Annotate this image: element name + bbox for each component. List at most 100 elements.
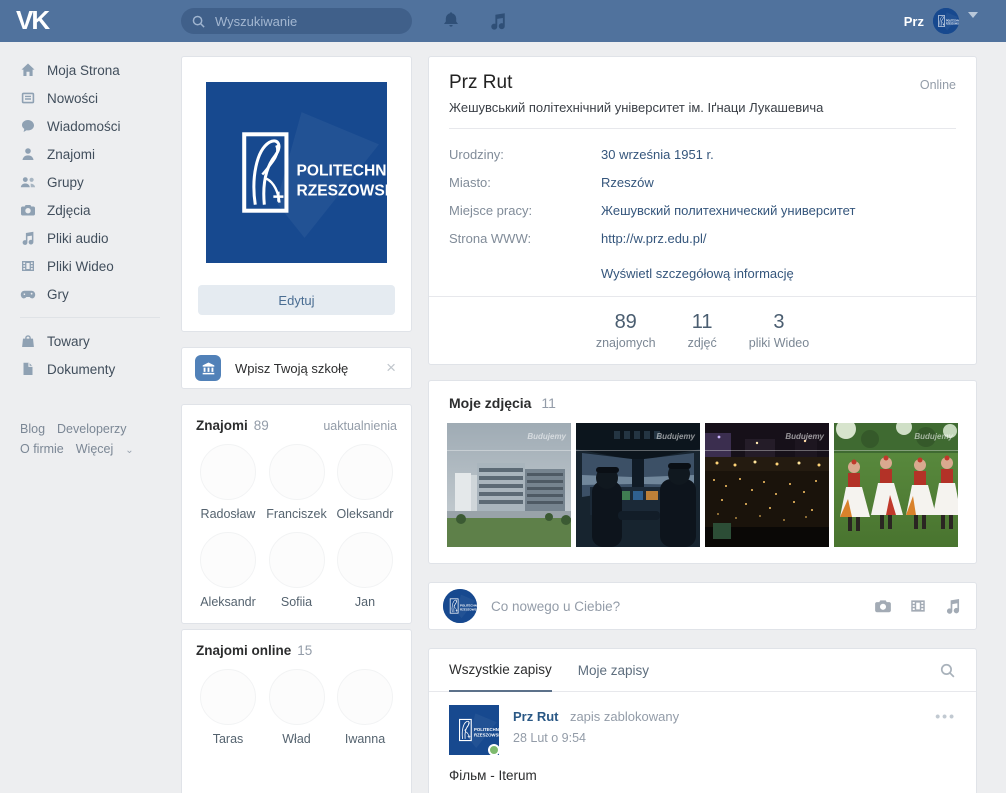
music-icon[interactable] [488,11,508,31]
chevron-down-icon [968,12,978,30]
post-composer[interactable]: Co nowego u Ciebie? [428,582,977,630]
footer-link-blog[interactable]: Blog [20,422,45,436]
tab-my-posts[interactable]: Moje zapisy [578,649,649,691]
post-badge: zapis zablokowany [570,709,679,724]
sidebar-item-nowosci[interactable]: Nowości [0,84,180,112]
sidebar-item-wiadomosci[interactable]: Wiadomości [0,112,180,140]
music-note-icon [20,230,36,246]
counter-value: 3 [749,310,809,334]
wall-search-icon[interactable] [939,662,956,679]
friend-name[interactable]: Radosław [196,507,260,521]
post-author-link[interactable]: Prz Rut [513,709,559,724]
friends-title[interactable]: Znajomi [196,418,248,433]
composer-input[interactable]: Co nowego u Ciebie? [491,599,874,614]
search-box[interactable] [181,8,412,34]
search-input[interactable] [213,13,402,30]
friend-avatar[interactable] [269,669,325,725]
photo-folk-dancers[interactable]: Budujemy [834,423,958,547]
counter-label: zdjęć [688,336,717,350]
friend-avatar[interactable] [337,669,393,725]
friend-avatar[interactable] [269,532,325,588]
friend-name[interactable]: Aleksandr [196,595,260,609]
status-line: Жешувський політехнічний університет ім.… [449,100,956,115]
profile-side-column: Edytuj Wpisz Twoją szkołę × Znajomi 89 u… [181,56,412,793]
friend-item[interactable]: Iwanna [333,669,397,746]
sidebar-item-gry[interactable]: Gry [0,280,180,308]
photo-watermark: Budujemy [527,432,566,441]
friend-avatar[interactable] [200,532,256,588]
post-date-link[interactable]: 28 Lut o 9:54 [513,731,679,745]
close-icon[interactable]: × [384,358,398,378]
online-indicator [488,744,500,756]
friend-item[interactable]: Aleksandr [196,532,260,609]
profile-counters: 89 znajomych 11 zdjęć 3 pliki Wideo [429,296,976,364]
friends-online-title[interactable]: Znajomi online [196,643,291,658]
friend-avatar[interactable] [337,532,393,588]
sidebar-item-grupy[interactable]: Grupy [0,168,180,196]
vk-logo[interactable]: VK [16,5,48,36]
sidebar-item-dokumenty[interactable]: Dokumenty [0,355,180,383]
sidebar-item-znajomi[interactable]: Znajomi [0,140,180,168]
friend-avatar[interactable] [200,669,256,725]
attach-photo-icon[interactable] [874,597,892,615]
friend-item[interactable]: Sofiia [265,532,329,609]
friend-name[interactable]: Oleksandr [333,507,397,521]
friend-name[interactable]: Franciszek [265,507,329,521]
friend-item[interactable]: Oleksandr [333,444,397,521]
detail-value-link[interactable]: Rzeszów [601,169,654,197]
photo-building[interactable]: Budujemy [447,423,571,547]
school-input[interactable]: Wpisz Twoją szkołę [235,361,384,376]
sidebar-item-towary[interactable]: Towary [0,327,180,355]
counter-label: znajomych [596,336,656,350]
friend-avatar[interactable] [337,444,393,500]
footer-link-developerzy[interactable]: Developerzy [57,422,126,436]
friend-item[interactable]: Franciszek [265,444,329,521]
post-actions-menu-icon[interactable]: ••• [935,708,956,724]
friend-item[interactable]: Taras [196,669,260,746]
friends-count: 89 [254,418,269,433]
main-content: Prz Rut Online Жешувський політехнічний … [428,56,977,793]
counter-friends[interactable]: 89 znajomych [596,310,656,350]
detail-row-workplace: Miejsce pracy: Жешувский политехнический… [449,197,956,225]
detail-value-link[interactable]: 30 września 1951 r. [601,141,714,169]
sidebar-item-pliki-wideo[interactable]: Pliki Wideo [0,252,180,280]
sidebar-item-pliki-audio[interactable]: Pliki audio [0,224,180,252]
edit-profile-button[interactable]: Edytuj [198,285,395,315]
shopping-bag-icon [20,333,36,349]
friend-name[interactable]: Wład [265,732,329,746]
footer-link-o-firmie[interactable]: O firmie [20,442,64,456]
user-menu[interactable]: Prz [904,0,978,42]
friend-name[interactable]: Jan [333,595,397,609]
friend-avatar[interactable] [200,444,256,500]
friend-name[interactable]: Sofiia [265,595,329,609]
counter-photos[interactable]: 11 zdjęć [688,310,717,350]
photos-title[interactable]: Moje zdjęcia [449,395,531,411]
wall-card: Wszystkie zapisy Moje zapisy Prz Rut zap [428,648,977,793]
friend-item[interactable]: Radosław [196,444,260,521]
document-icon [20,361,36,377]
website-link[interactable]: http://w.prz.edu.pl/ [601,225,707,253]
sidebar-item-moja-strona[interactable]: Moja Strona [0,56,180,84]
search-icon [191,14,206,29]
sidebar-item-zdjecia[interactable]: Zdjęcia [0,196,180,224]
photo-night-crowd[interactable]: Budujemy [705,423,829,547]
friend-item[interactable]: Wład [265,669,329,746]
photo-cockpit[interactable]: Budujemy [576,423,700,547]
friend-name[interactable]: Iwanna [333,732,397,746]
show-detailed-info-link[interactable]: Wyświetl szczegółową informację [601,266,956,281]
counter-videos[interactable]: 3 pliki Wideo [749,310,809,350]
notifications-bell-icon[interactable] [441,11,461,31]
post-author-avatar[interactable] [449,705,499,755]
detail-value-link[interactable]: Жешувский политехнический университет [601,197,855,225]
friends-updates-link[interactable]: uaktualnienia [323,419,397,433]
sidebar-item-label: Towary [47,334,90,349]
friend-item[interactable]: Jan [333,532,397,609]
friend-name[interactable]: Taras [196,732,260,746]
footer-link-wiecej[interactable]: Więcej [76,442,114,456]
detail-label: Miasto: [449,169,601,197]
attach-video-icon[interactable] [909,597,927,615]
tab-all-posts[interactable]: Wszystkie zapisy [449,650,552,692]
attach-audio-icon[interactable] [944,597,962,615]
profile-photo[interactable] [206,82,387,263]
friend-avatar[interactable] [269,444,325,500]
